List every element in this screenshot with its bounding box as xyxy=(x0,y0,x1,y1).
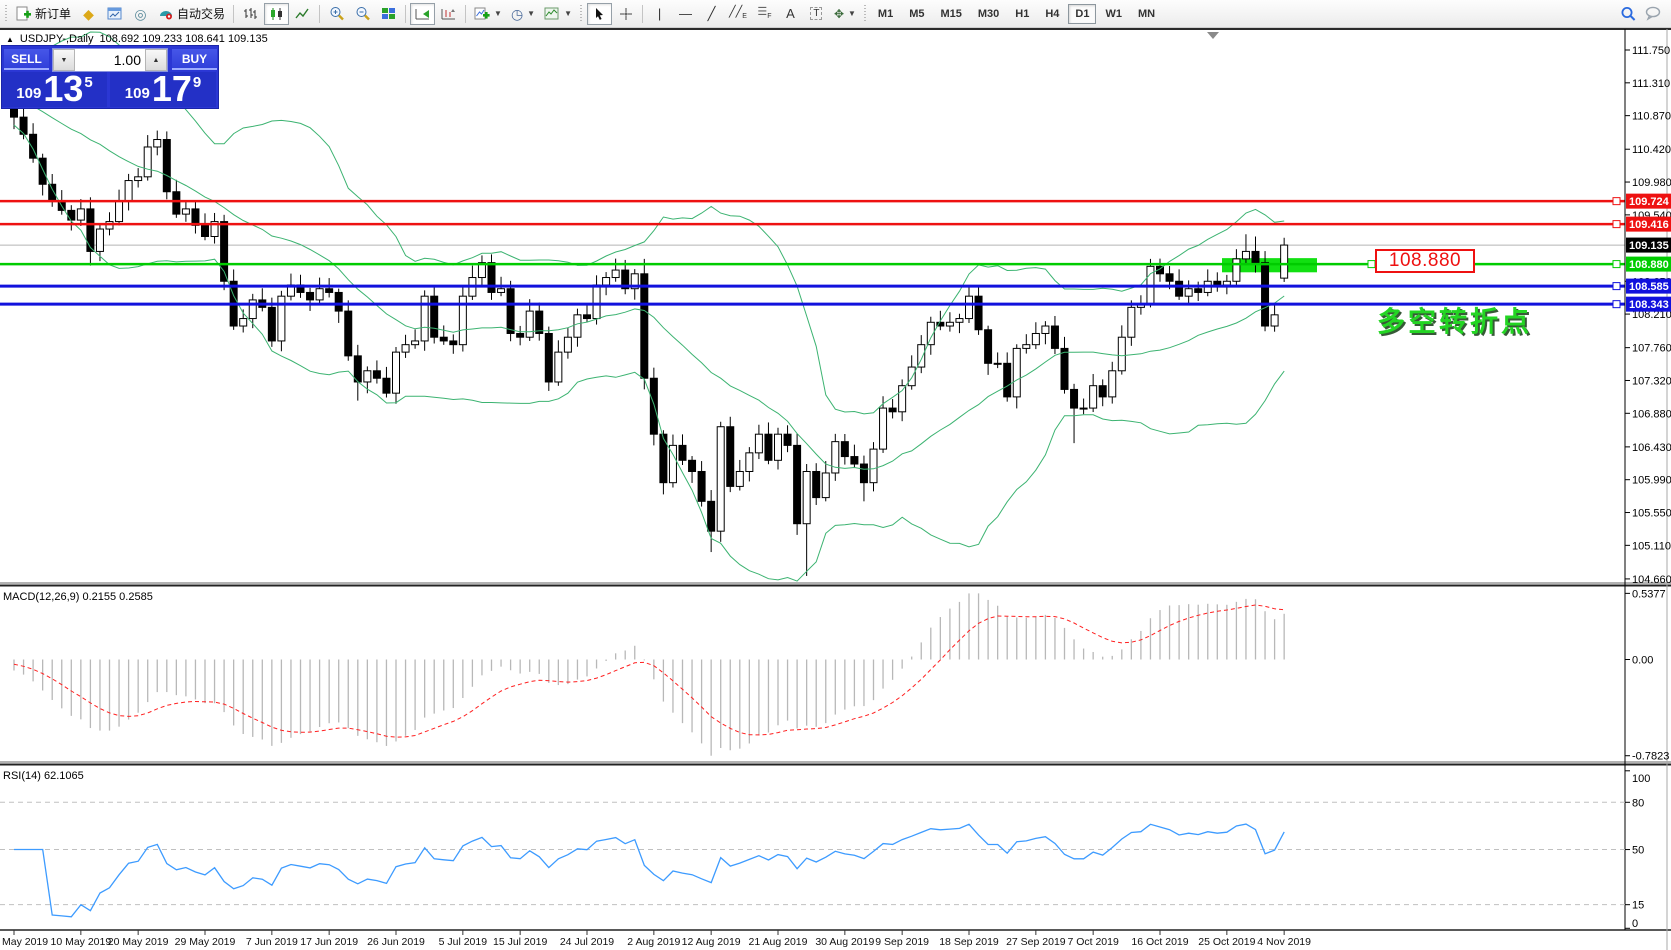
svg-text:17 Jun 2019: 17 Jun 2019 xyxy=(300,936,358,948)
volume-input[interactable] xyxy=(75,49,145,71)
svg-text:111.750: 111.750 xyxy=(1632,45,1670,57)
svg-text:May 2019: May 2019 xyxy=(2,936,48,948)
buy-price-prefix: 109 xyxy=(125,85,150,102)
rsi-label: RSI(14) 62.1065 xyxy=(3,770,84,782)
svg-text:105.550: 105.550 xyxy=(1632,508,1671,520)
axis-price-label: 108.585 xyxy=(1626,279,1671,294)
sell-price-big: 13 xyxy=(43,74,83,105)
svg-text:104.660: 104.660 xyxy=(1632,574,1671,586)
buy-price-big: 17 xyxy=(152,74,192,105)
axis-price-label: 109.724 xyxy=(1626,194,1671,209)
price-axis: 111.750111.310110.870110.420109.980109.5… xyxy=(1625,45,1671,930)
chart-title: ▲ USDJPY-,Daily 108.692 109.233 108.641 … xyxy=(6,33,268,45)
buy-price-pip: 9 xyxy=(193,74,201,91)
axis-price-label: 109.135 xyxy=(1626,238,1671,253)
svg-text:108.585: 108.585 xyxy=(1629,281,1669,293)
buy-price-tile[interactable]: 109 17 9 xyxy=(110,72,216,107)
svg-text:4 Nov 2019: 4 Nov 2019 xyxy=(1257,936,1311,948)
collapse-icon[interactable]: ▲ xyxy=(6,35,14,44)
bollinger-middle xyxy=(14,99,1284,470)
rsi-pane[interactable] xyxy=(0,802,1625,917)
svg-text:21 Aug 2019: 21 Aug 2019 xyxy=(749,936,808,948)
one-click-trading-panel: SELL ▼ ▲ BUY 109 13 5 109 17 9 xyxy=(2,46,218,108)
svg-text:27 Sep 2019: 27 Sep 2019 xyxy=(1006,936,1066,948)
svg-text:-0.7823: -0.7823 xyxy=(1632,751,1669,763)
svg-text:109.724: 109.724 xyxy=(1629,196,1670,208)
axis-price-label: 108.880 xyxy=(1626,257,1671,272)
svg-text:106.880: 106.880 xyxy=(1632,408,1671,420)
svg-text:12 Aug 2019: 12 Aug 2019 xyxy=(682,936,741,948)
svg-text:0.00: 0.00 xyxy=(1632,655,1653,667)
sell-price-tile[interactable]: 109 13 5 xyxy=(2,72,107,107)
svg-text:15 Jul 2019: 15 Jul 2019 xyxy=(493,936,547,948)
svg-text:10 May 2019: 10 May 2019 xyxy=(50,936,111,948)
svg-text:0.5377: 0.5377 xyxy=(1632,588,1666,600)
svg-text:5 Jul 2019: 5 Jul 2019 xyxy=(439,936,488,948)
rsi-line xyxy=(14,824,1284,917)
symbol-period-label: USDJPY-,Daily xyxy=(20,33,94,45)
macd-label: MACD(12,26,9) 0.2155 0.2585 xyxy=(3,591,153,603)
price-annotation-box[interactable]: 108.880 xyxy=(1375,249,1475,273)
svg-text:110.870: 110.870 xyxy=(1632,111,1671,123)
svg-text:105.110: 105.110 xyxy=(1632,540,1671,552)
svg-text:7 Oct 2019: 7 Oct 2019 xyxy=(1067,936,1119,948)
axis-price-label: 109.416 xyxy=(1626,217,1671,232)
svg-text:9 Sep 2019: 9 Sep 2019 xyxy=(875,936,929,948)
bollinger-lower xyxy=(14,125,1284,581)
svg-text:30 Aug 2019: 30 Aug 2019 xyxy=(815,936,874,948)
turning-point-label[interactable]: 多空转折点 xyxy=(1377,300,1532,340)
candles-layer xyxy=(11,98,1288,575)
line-handle[interactable] xyxy=(1613,221,1620,228)
chart-canvas[interactable]: 111.750111.310110.870110.420109.980109.5… xyxy=(0,0,1671,950)
svg-text:107.760: 107.760 xyxy=(1632,343,1671,355)
svg-text:15: 15 xyxy=(1632,900,1644,912)
svg-text:108.880: 108.880 xyxy=(1629,259,1669,271)
buy-button[interactable]: BUY xyxy=(172,49,217,70)
line-handle[interactable] xyxy=(1613,283,1620,290)
axis-price-label: 108.343 xyxy=(1626,297,1671,312)
sell-button[interactable]: SELL xyxy=(4,49,49,70)
line-handle[interactable] xyxy=(1368,261,1375,268)
svg-text:16 Oct 2019: 16 Oct 2019 xyxy=(1131,936,1188,948)
chart-shift-marker[interactable] xyxy=(1207,32,1219,39)
svg-text:100: 100 xyxy=(1632,773,1650,785)
svg-text:24 Jul 2019: 24 Jul 2019 xyxy=(560,936,614,948)
svg-text:25 Oct 2019: 25 Oct 2019 xyxy=(1198,936,1255,948)
svg-text:29 May 2019: 29 May 2019 xyxy=(175,936,236,948)
price-annotation-text: 108.880 xyxy=(1389,250,1461,272)
svg-text:107.320: 107.320 xyxy=(1632,375,1671,387)
svg-text:26 Jun 2019: 26 Jun 2019 xyxy=(367,936,425,948)
svg-text:109.135: 109.135 xyxy=(1629,240,1669,252)
mt4-terminal: 新订单 ◆ ◎ 自动交易 xyxy=(0,0,1671,950)
svg-text:50: 50 xyxy=(1632,845,1644,857)
line-handle[interactable] xyxy=(1613,198,1620,205)
svg-text:111.310: 111.310 xyxy=(1632,78,1670,90)
svg-text:7 Jun 2019: 7 Jun 2019 xyxy=(246,936,298,948)
svg-text:18 Sep 2019: 18 Sep 2019 xyxy=(939,936,999,948)
svg-text:80: 80 xyxy=(1632,797,1644,809)
svg-text:110.420: 110.420 xyxy=(1632,144,1671,156)
date-axis: May 201910 May 201920 May 2019 29 May 201… xyxy=(2,930,1311,948)
svg-text:2 Aug 2019: 2 Aug 2019 xyxy=(627,936,680,948)
line-handle[interactable] xyxy=(1613,301,1620,308)
svg-text:0: 0 xyxy=(1632,918,1638,930)
sell-price-prefix: 109 xyxy=(16,85,41,102)
svg-text:109.980: 109.980 xyxy=(1632,177,1671,189)
svg-text:20 May 2019: 20 May 2019 xyxy=(108,936,169,948)
macd-pane[interactable] xyxy=(14,593,1284,755)
svg-text:109.416: 109.416 xyxy=(1629,219,1669,231)
sell-price-pip: 5 xyxy=(84,74,92,91)
ohlc-values: 108.692 109.233 108.641 109.135 xyxy=(99,33,267,45)
svg-text:108.343: 108.343 xyxy=(1629,299,1669,311)
svg-text:106.430: 106.430 xyxy=(1632,442,1671,454)
svg-text:105.990: 105.990 xyxy=(1632,475,1671,487)
line-handle[interactable] xyxy=(1613,261,1620,268)
